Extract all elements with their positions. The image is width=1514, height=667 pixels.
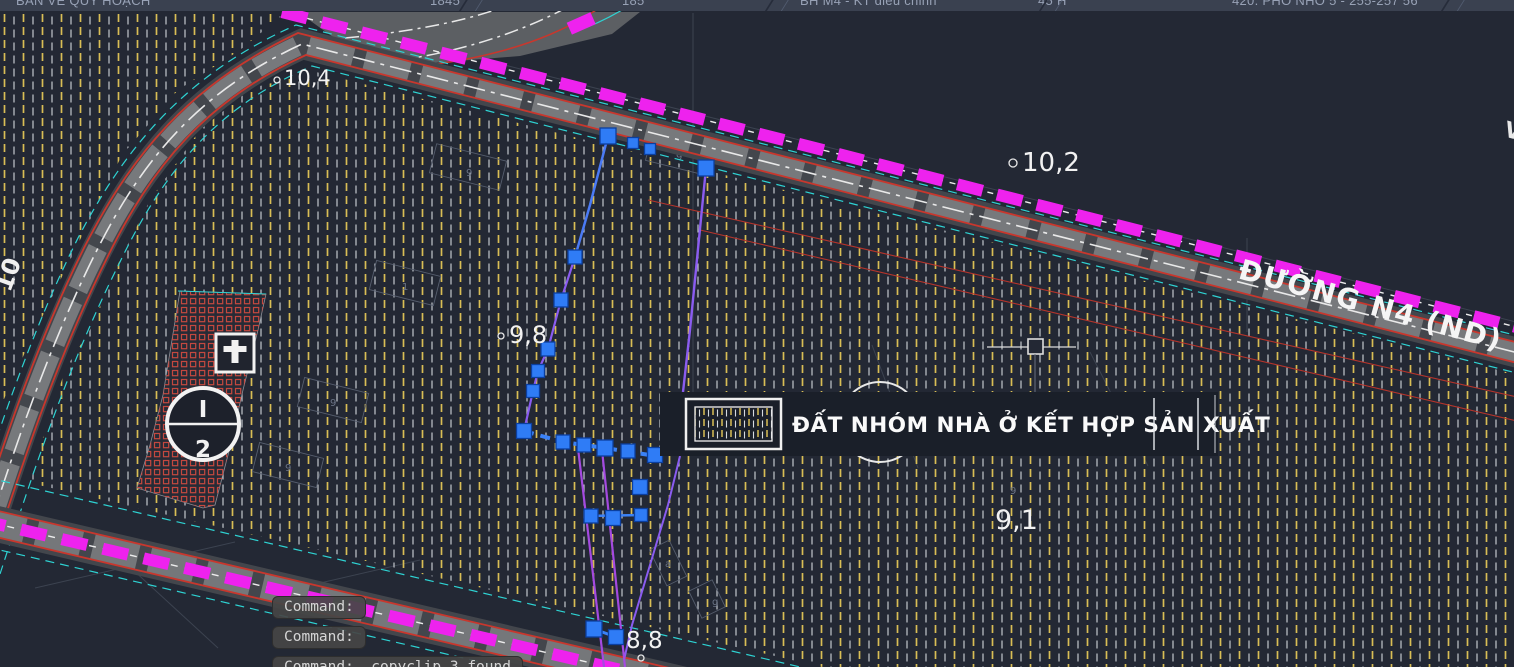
grip-handle[interactable] (635, 509, 648, 522)
elevation-label: 10,4 (284, 66, 331, 90)
grip-handle[interactable] (621, 444, 635, 458)
church-icon (216, 334, 254, 372)
tab-drawing-6[interactable]: 420. PHỐ NHỎ 5 - 255-257 56 (1232, 0, 1418, 8)
cad-viewport[interactable]: 99199ag9 (0, 11, 1514, 667)
cad-application-window: BẢN VẼ QUY HOẠCH 1845 185 BH M4 - KT điề… (0, 0, 1514, 667)
grip-handle[interactable] (568, 250, 582, 264)
grip-handle[interactable] (556, 435, 570, 449)
landuse-legend-box: ĐẤT NHÓM NHÀ Ở KẾT HỢP SẢN XUẤT (660, 392, 1270, 456)
parcel-number-label: 9 (285, 463, 291, 474)
tab-drawing-1[interactable]: BẢN VẼ QUY HOẠCH (16, 0, 151, 8)
grip-handle[interactable] (698, 160, 714, 176)
grip-handle[interactable] (600, 128, 616, 144)
grip-handle[interactable] (584, 509, 598, 523)
grip-handle[interactable] (554, 293, 568, 307)
grip-handle[interactable] (532, 365, 545, 378)
elevation-label: 10,2 (1022, 148, 1080, 178)
tab-drawing-2[interactable]: 1845 (430, 0, 460, 8)
grip-handle[interactable] (517, 424, 532, 439)
elevation-label: 9,8 (509, 321, 547, 349)
command-history-line[interactable]: Command: (272, 596, 366, 619)
parcel-number-label: 9 (466, 168, 472, 179)
tab-drawing-3[interactable]: 185 (622, 0, 645, 8)
parcel-index-symbol: I 2 (167, 388, 239, 463)
grip-handle[interactable] (597, 440, 613, 456)
command-history-line[interactable]: Command: (272, 626, 366, 649)
parcel-number-label: 9 (1010, 486, 1016, 497)
command-input-line[interactable]: Command: copyclip 3 found (272, 656, 523, 667)
elevation-label: 8,8 (626, 628, 663, 654)
parcel-index-bottom: 2 (195, 437, 211, 463)
tab-drawing-4[interactable]: BH M4 - KT điều chỉnh (800, 0, 937, 8)
parcel-index-top: I (199, 397, 208, 423)
grip-handle[interactable] (577, 438, 591, 452)
elevation-label: 9,1 (995, 505, 1038, 536)
grip-handle[interactable] (606, 511, 621, 526)
parcel-number-label: 1 (402, 282, 408, 293)
grip-handle[interactable] (645, 144, 656, 155)
parcel-number-label: g (712, 597, 718, 608)
grip-handle[interactable] (633, 480, 648, 495)
parcel-number-label: 9 (330, 398, 336, 409)
grip-handle[interactable] (628, 138, 639, 149)
grip-handle[interactable] (586, 621, 602, 637)
grip-handle[interactable] (527, 385, 540, 398)
grip-handle[interactable] (609, 630, 624, 645)
parcel-number-label: a (665, 559, 671, 570)
